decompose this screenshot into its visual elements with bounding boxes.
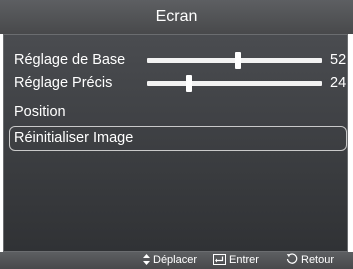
menu-item-reglage-precis[interactable]: Réglage Précis 24 bbox=[4, 72, 347, 94]
reglage-de-base-value: 52 bbox=[330, 52, 347, 68]
up-down-arrows-icon bbox=[143, 254, 150, 265]
hint-return: Retour bbox=[286, 252, 334, 269]
enter-icon bbox=[213, 254, 226, 265]
hint-return-label: Retour bbox=[301, 254, 335, 266]
reglage-precis-value: 24 bbox=[330, 75, 347, 91]
menu-item-reglage-de-base[interactable]: Réglage de Base 52 bbox=[4, 49, 347, 71]
hint-enter: Entrer bbox=[213, 252, 259, 269]
reglage-de-base-slider[interactable] bbox=[147, 52, 322, 69]
menu-title-bar: Ecran bbox=[0, 0, 353, 34]
menu-title: Ecran bbox=[155, 8, 198, 25]
slider-thumb[interactable] bbox=[235, 52, 241, 69]
selection-highlight bbox=[9, 126, 347, 151]
slider-thumb[interactable] bbox=[186, 75, 192, 92]
menu-item-label: Position bbox=[14, 104, 66, 120]
osd-menu: Ecran Réglage de Base 52 Réglage Précis … bbox=[0, 0, 353, 269]
menu-item-label: Réglage de Base bbox=[14, 52, 126, 68]
reglage-precis-slider[interactable] bbox=[147, 75, 322, 92]
hint-enter-label: Entrer bbox=[229, 254, 259, 266]
footer-hint-bar: Déplacer Entrer Retour bbox=[0, 252, 353, 269]
hint-move-label: Déplacer bbox=[153, 254, 198, 266]
return-icon bbox=[286, 253, 298, 264]
menu-item-label: Réglage Précis bbox=[14, 75, 113, 91]
menu-item-position[interactable]: Position bbox=[4, 101, 347, 123]
hint-move: Déplacer bbox=[143, 252, 197, 269]
